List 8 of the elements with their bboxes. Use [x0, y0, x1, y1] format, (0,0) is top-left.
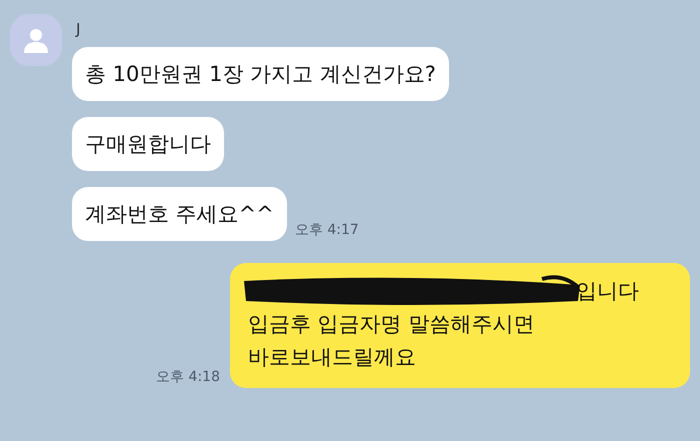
- person-icon: [23, 27, 49, 53]
- message-time: 오후 4:17: [294, 221, 359, 239]
- message-bubble: 구매원합니다: [72, 117, 224, 171]
- avatar[interactable]: [10, 14, 62, 66]
- sender-name: J: [76, 20, 80, 38]
- message-bubble: 총 10만원권 1장 가지고 계신건가요?: [72, 47, 449, 101]
- message-bubble: 계좌번호 주세요^^: [72, 187, 287, 241]
- message-time: 오후 4:18: [156, 368, 220, 386]
